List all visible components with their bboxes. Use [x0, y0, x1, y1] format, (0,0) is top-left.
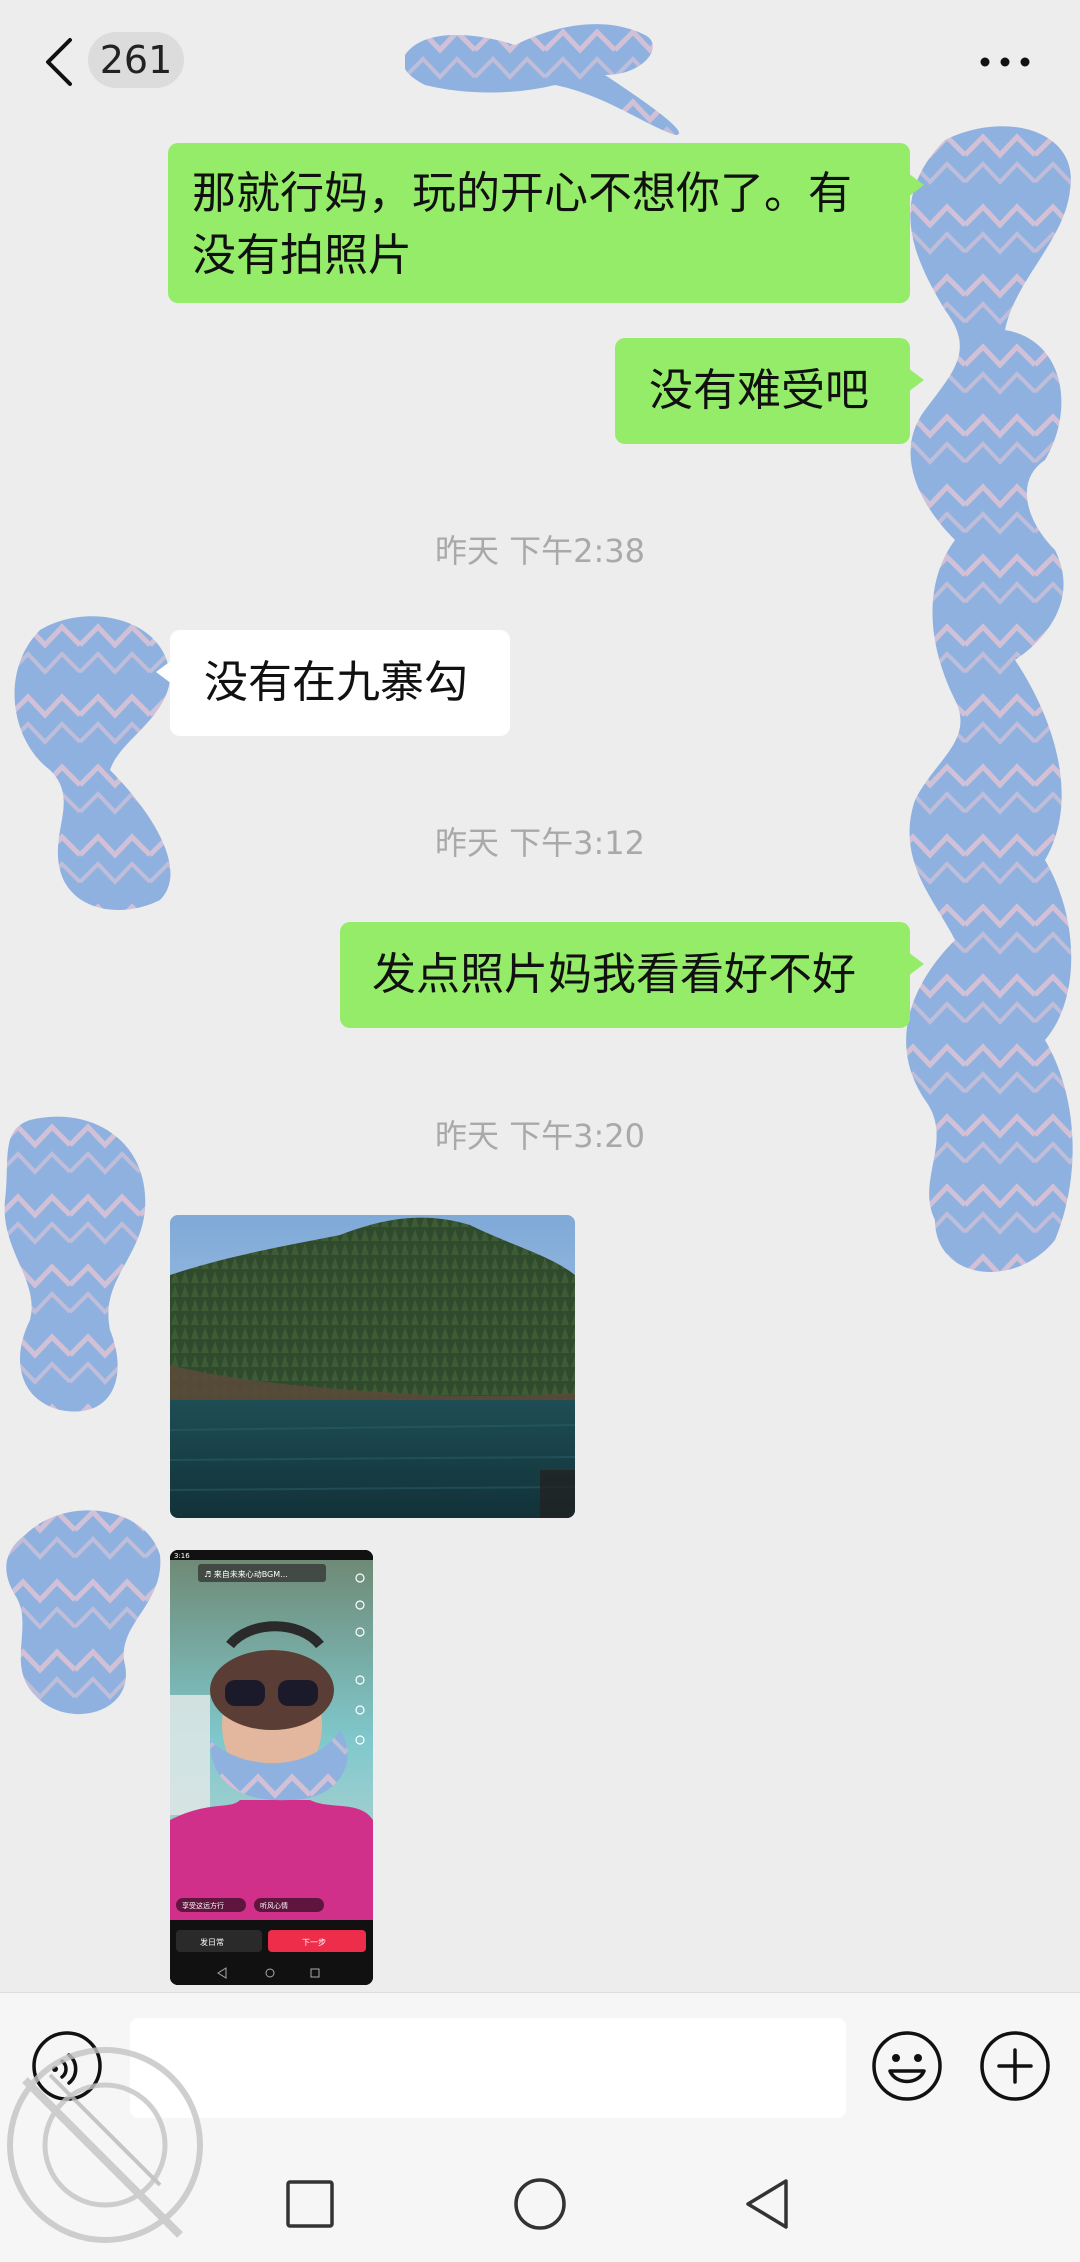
back-button[interactable] — [36, 30, 86, 94]
button-left: 发日常 — [200, 1937, 224, 1947]
emoji-icon[interactable] — [870, 2029, 944, 2103]
message-text: 没有在九寨勾 — [204, 657, 468, 708]
redacted-contact-avatar — [6, 1510, 161, 1715]
message-bubble-outgoing[interactable]: 那就行妈，玩的开心不想你了。有 没有拍照片 — [168, 143, 924, 303]
chat-header: 261 — [0, 0, 1080, 135]
triangle-back-icon[interactable] — [742, 2177, 792, 2231]
timestamp: 昨天 下午3:12 — [434, 824, 646, 862]
music-label: ♬ 来自未来心动BGM... — [204, 1569, 288, 1579]
message-bubble-outgoing[interactable]: 发点照片妈我看看好不好 — [340, 922, 924, 1028]
message-bubble-incoming[interactable]: 没有在九寨勾 — [156, 630, 510, 736]
lake-mountain-photo[interactable] — [170, 1215, 575, 1518]
message-text: 那就行妈，玩的开心不想你了。有 — [192, 168, 852, 219]
circle-icon[interactable] — [513, 2177, 567, 2231]
square-icon[interactable] — [285, 2179, 335, 2229]
button-right: 下一步 — [302, 1938, 326, 1947]
message-bubble-outgoing[interactable]: 没有难受吧 — [615, 338, 924, 444]
plus-circle-icon[interactable] — [978, 2029, 1052, 2103]
unread-count-badge[interactable]: 261 — [88, 32, 184, 88]
tag-right: 听风心情 — [260, 1901, 288, 1910]
tag-left: 享受这远方行 — [182, 1901, 224, 1910]
photo-image: 3:16 ♬ 来自未来心动BGM... 享受这远方行 听风心情 发日常 下一步 — [170, 1550, 373, 1985]
timestamp: 昨天 下午3:20 — [434, 1117, 646, 1155]
timestamp: 昨天 下午2:38 — [434, 532, 646, 570]
redacted-contact-avatar — [14, 616, 171, 910]
watermark-logo — [7, 2047, 203, 2243]
phone-screenshot-selfie[interactable]: 3:16 ♬ 来自未来心动BGM... 享受这远方行 听风心情 发日常 下一步 — [170, 1550, 373, 1985]
message-text: 没有拍照片 — [192, 230, 412, 281]
status-time: 3:16 — [174, 1552, 190, 1560]
redacted-contact-name — [405, 24, 679, 135]
message-text: 发点照片妈我看看好不好 — [372, 949, 856, 1000]
message-text: 没有难受吧 — [649, 365, 869, 416]
more-horizontal-icon — [980, 57, 1030, 67]
photo-image — [170, 1215, 575, 1518]
more-options-button[interactable] — [975, 40, 1035, 84]
chevron-left-icon — [46, 38, 72, 86]
message-input[interactable] — [130, 2018, 846, 2118]
